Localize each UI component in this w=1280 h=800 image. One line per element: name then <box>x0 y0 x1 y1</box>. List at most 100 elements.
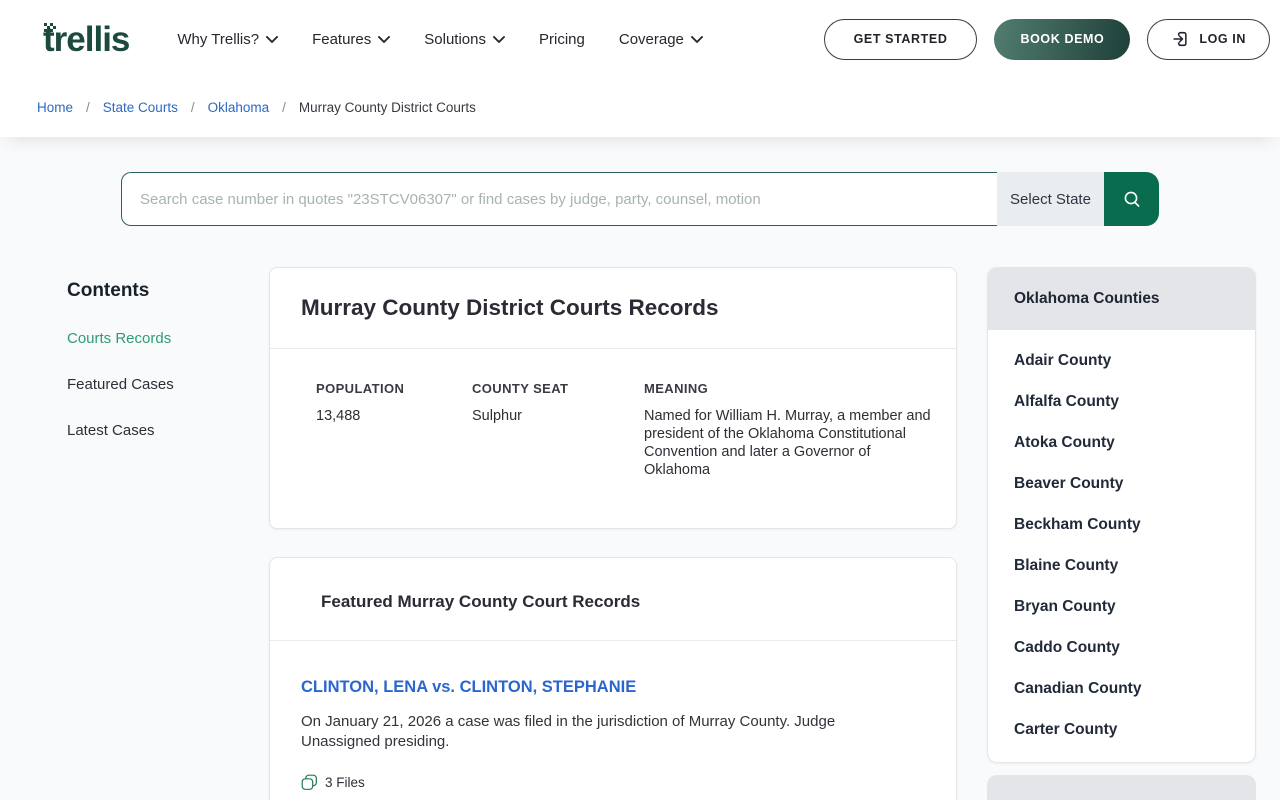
county-link[interactable]: Canadian County <box>988 668 1255 709</box>
counties-card-title: Oklahoma Counties <box>988 268 1255 330</box>
stat-value: Sulphur <box>472 408 522 424</box>
county-stat: POPULATION 13,488 <box>316 381 472 479</box>
county-link[interactable]: Atoka County <box>988 422 1255 463</box>
main-content: Murray County District Courts Records PO… <box>269 267 957 800</box>
featured-section-title: Featured Murray County Court Records <box>321 592 641 611</box>
search-input[interactable] <box>121 172 997 226</box>
breadcrumb-item: State Courts / <box>103 100 195 115</box>
nav-menu-item[interactable]: Why Trellis? <box>177 30 279 48</box>
nav-item-label: Features <box>312 30 372 48</box>
county-link[interactable]: Alfalfa County <box>988 381 1255 422</box>
logo-pixels-icon <box>44 22 47 26</box>
chevron-down-icon <box>378 36 391 43</box>
page-title: Murray County District Courts Records <box>301 295 719 320</box>
case-files: 3 Files <box>301 774 925 791</box>
stat-value: Named for William H. Murray, a member an… <box>644 408 931 478</box>
contents-item: Featured Cases <box>67 376 245 394</box>
stat-label: COUNTY SEAT <box>472 381 569 396</box>
next-section-card-stub <box>987 775 1256 800</box>
breadcrumb-separator: / <box>86 100 90 115</box>
files-count-label: 3 Files <box>325 775 365 790</box>
county-link[interactable]: Bryan County <box>988 586 1255 627</box>
search-icon <box>1124 191 1139 207</box>
county-list-item: Blaine County <box>988 545 1255 586</box>
chevron-down-icon <box>690 36 703 43</box>
county-stat: MEANING Named for William H. Murray, a m… <box>644 381 936 479</box>
top-navigation: trellis Why Trellis? Features Solutions … <box>0 0 1280 78</box>
files-icon <box>301 774 317 790</box>
breadcrumb-item: Home / <box>37 100 90 115</box>
county-link[interactable]: Adair County <box>988 340 1255 381</box>
featured-records-card: Featured Murray County Court Records CLI… <box>269 557 957 800</box>
counties-sidebar: Oklahoma Counties Adair County Alfalfa C… <box>987 267 1256 800</box>
county-list-item: Alfalfa County <box>988 381 1255 422</box>
county-link[interactable]: Beaver County <box>988 463 1255 504</box>
main-nav: Why Trellis? Features Solutions Pricing … <box>177 31 703 48</box>
breadcrumb-link[interactable]: Oklahoma <box>208 100 270 115</box>
county-list-item: Carter County <box>988 709 1255 750</box>
state-selector-label: Select State <box>1010 190 1091 208</box>
breadcrumb-item: Murray County District Courts / <box>299 100 476 115</box>
nav-menu-item[interactable]: Coverage <box>619 31 703 48</box>
book-demo-button[interactable]: BOOK DEMO <box>994 18 1131 60</box>
contents-item-link[interactable]: Courts Records <box>67 330 171 347</box>
nav-item-label: Why Trellis? <box>177 30 260 48</box>
nav-menu-item[interactable]: Solutions <box>424 31 505 48</box>
state-selector[interactable]: Select State <box>997 172 1104 226</box>
case-title-link[interactable]: CLINTON, LENA vs. CLINTON, STEPHANIE <box>301 678 636 697</box>
nav-item-label: Pricing <box>539 30 585 48</box>
get-started-button[interactable]: GET STARTED <box>823 18 978 60</box>
log-in-label: LOG IN <box>1199 32 1246 46</box>
contents-item: Courts Records <box>67 330 245 348</box>
county-link[interactable]: Blaine County <box>988 545 1255 586</box>
contents-list: Courts Records Featured Cases Latest Cas… <box>67 330 245 440</box>
breadcrumb: Home / State Courts / Oklahoma / Murray … <box>37 100 476 115</box>
contents-item: Latest Cases <box>67 422 245 440</box>
case-search-bar: Select State <box>121 172 1159 226</box>
nav-item-label: Coverage <box>618 30 684 48</box>
county-records-card: Murray County District Courts Records PO… <box>269 267 957 529</box>
breadcrumb-link[interactable]: Murray County District Courts <box>299 100 476 115</box>
stat-label: POPULATION <box>316 381 405 396</box>
county-list-item: Atoka County <box>988 422 1255 463</box>
breadcrumb-link[interactable]: State Courts <box>103 100 178 115</box>
breadcrumb-separator: / <box>282 100 286 115</box>
stat-value: 13,488 <box>316 408 361 424</box>
nav-menu-item[interactable]: Features <box>312 30 391 48</box>
breadcrumb-link[interactable]: Home <box>37 100 73 115</box>
breadcrumb-item: Oklahoma / <box>208 100 286 115</box>
county-stats: POPULATION 13,488 COUNTY SEAT Sulphur ME… <box>270 349 956 528</box>
nav-menu-item[interactable]: Pricing <box>539 31 585 48</box>
county-link[interactable]: Beckham County <box>988 504 1255 545</box>
counties-card: Oklahoma Counties Adair County Alfalfa C… <box>987 267 1256 763</box>
contents-sidebar: Contents Courts Records Featured Cases L… <box>67 267 245 468</box>
featured-case: CLINTON, LENA vs. CLINTON, STEPHANIE On … <box>270 641 956 800</box>
logo-text: trellis <box>43 19 130 59</box>
trellis-logo[interactable]: trellis <box>40 19 130 59</box>
county-list-item: Beaver County <box>988 463 1255 504</box>
stat-label: MEANING <box>644 381 709 396</box>
nav-item-label: Solutions <box>424 30 486 48</box>
county-list-item: Caddo County <box>988 627 1255 668</box>
counties-list: Adair County Alfalfa County Atoka County… <box>988 330 1255 750</box>
page-body: Contents Courts Records Featured Cases L… <box>0 226 1280 800</box>
log-in-button[interactable]: LOG IN <box>1147 18 1270 60</box>
county-list-item: Canadian County <box>988 668 1255 709</box>
county-link[interactable]: Caddo County <box>988 627 1255 668</box>
county-stat: COUNTY SEAT Sulphur <box>472 381 644 479</box>
chevron-down-icon <box>266 36 279 43</box>
header-actions: GET STARTED BOOK DEMO LOG IN <box>823 18 1270 60</box>
county-list-item: Beckham County <box>988 504 1255 545</box>
contents-title: Contents <box>67 280 150 301</box>
contents-item-link[interactable]: Latest Cases <box>67 422 155 439</box>
breadcrumb-separator: / <box>190 100 195 115</box>
featured-card-header: Featured Murray County Court Records <box>270 558 956 640</box>
chevron-down-icon <box>493 36 505 43</box>
breadcrumb-bar: Home / State Courts / Oklahoma / Murray … <box>0 78 1280 137</box>
county-link[interactable]: Carter County <box>988 709 1255 750</box>
case-description: On January 21, 2026 a case was filed in … <box>301 713 836 750</box>
contents-item-link[interactable]: Featured Cases <box>67 376 174 393</box>
county-list-item: Adair County <box>988 340 1255 381</box>
search-button[interactable] <box>1104 172 1159 226</box>
records-card-header: Murray County District Courts Records <box>270 268 956 348</box>
